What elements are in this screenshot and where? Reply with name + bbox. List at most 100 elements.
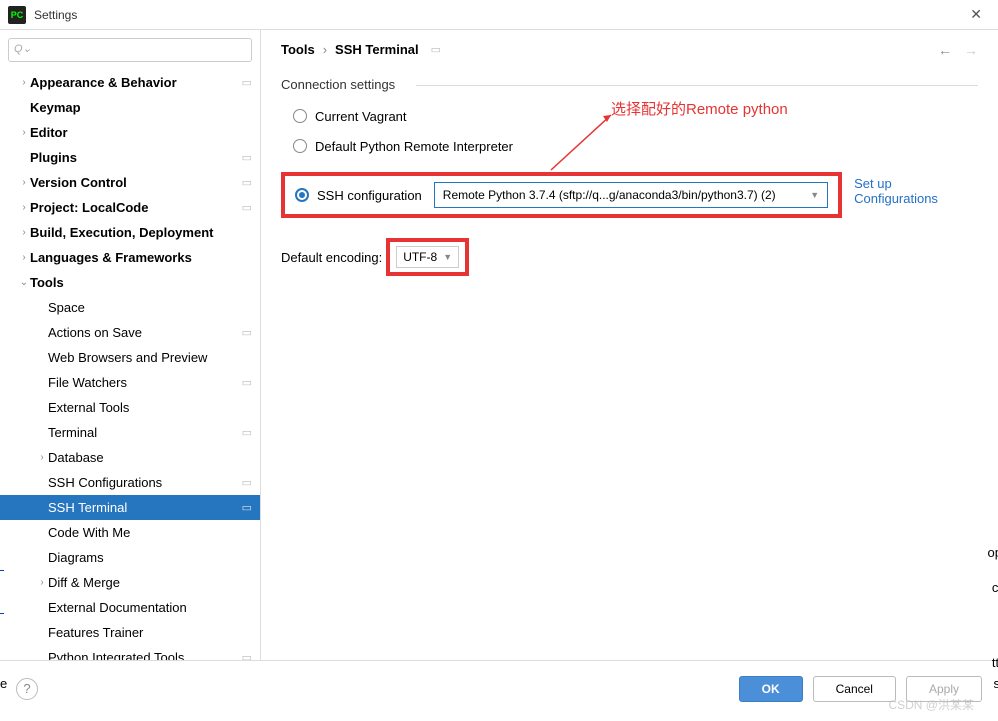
tree-item-label: Keymap (30, 100, 81, 115)
fieldset-connection-settings: Connection settings (281, 77, 978, 92)
tree-item-label: Plugins (30, 150, 77, 165)
project-scope-icon: ▭ (242, 151, 252, 164)
tree-item-label: Code With Me (48, 525, 130, 540)
project-scope-icon: ▭ (431, 43, 441, 56)
encoding-highlight-box: UTF-8 ▼ (386, 238, 469, 276)
tree-item[interactable]: Web Browsers and Preview (0, 345, 260, 370)
caret-icon: › (18, 177, 30, 188)
tree-item[interactable]: Code With Me (0, 520, 260, 545)
tree-item-label: Web Browsers and Preview (48, 350, 207, 365)
ok-button[interactable]: OK (739, 676, 803, 702)
caret-icon: › (18, 77, 30, 88)
bg-text: e (0, 676, 7, 691)
tree-item[interactable]: SSH Terminal▭ (0, 495, 260, 520)
tree-item[interactable]: ›Database (0, 445, 260, 470)
tree-item-label: Editor (30, 125, 68, 140)
tree-item-label: Actions on Save (48, 325, 142, 340)
bg-text: ct (992, 580, 998, 595)
tree-item-label: External Tools (48, 400, 129, 415)
project-scope-icon: ▭ (242, 176, 252, 189)
tree-item[interactable]: ›Version Control ▭ (0, 170, 260, 195)
tree-item[interactable]: Plugins ▭ (0, 145, 260, 170)
app-icon: PC (8, 6, 26, 24)
setup-configurations-link[interactable]: Set up Configurations (854, 176, 978, 206)
radio-default-remote-interpreter[interactable]: Default Python Remote Interpreter (293, 134, 978, 158)
tree-item[interactable]: ›Project: LocalCode▭ (0, 195, 260, 220)
tree-item-label: Space (48, 300, 85, 315)
tree-item[interactable]: Space (0, 295, 260, 320)
help-icon[interactable]: ? (16, 678, 38, 700)
bg-text: tti (992, 655, 998, 670)
default-encoding-label: Default encoding: (281, 250, 382, 265)
radio-icon (293, 139, 307, 153)
tree-item[interactable]: External Tools (0, 395, 260, 420)
project-scope-icon: ▭ (242, 201, 252, 214)
tree-item-label: Diff & Merge (48, 575, 120, 590)
tree-item-label: Version Control (30, 175, 127, 190)
tree-item[interactable]: Python Integrated Tools▭ (0, 645, 260, 660)
caret-icon: ⌄ (18, 277, 30, 288)
tree-item-label: Build, Execution, Deployment (30, 225, 213, 240)
chevron-down-icon: ▼ (443, 252, 452, 262)
bg-text (0, 555, 4, 571)
ssh-config-combo[interactable]: Remote Python 3.7.4 (sftp://q...g/anacon… (434, 182, 828, 208)
tree-item[interactable]: ›Editor (0, 120, 260, 145)
dialog-footer: ? OK Cancel Apply (0, 660, 998, 716)
tree-item[interactable]: ›Appearance & Behavior▭ (0, 70, 260, 95)
radio-icon (295, 188, 309, 202)
tree-item-label: Features Trainer (48, 625, 143, 640)
tree-item-label: Languages & Frameworks (30, 250, 192, 265)
tree-item[interactable]: Features Trainer (0, 620, 260, 645)
tree-item[interactable]: ⌄Tools (0, 270, 260, 295)
tree-item-label: File Watchers (48, 375, 127, 390)
radio-icon (293, 109, 307, 123)
nav-arrows: ← → (938, 42, 978, 58)
bg-text: op (988, 545, 998, 560)
bg-text: s (994, 676, 998, 691)
tree-item-label: Diagrams (48, 550, 104, 565)
settings-tree: ›Appearance & Behavior▭Keymap›EditorPlug… (0, 70, 260, 660)
window-title: Settings (34, 8, 962, 22)
tree-item-label: Database (48, 450, 104, 465)
tree-item[interactable]: Diagrams (0, 545, 260, 570)
search-input[interactable] (8, 38, 252, 62)
tree-item-label: Appearance & Behavior (30, 75, 177, 90)
titlebar: PC Settings ✕ (0, 0, 998, 30)
sidebar: ›Appearance & Behavior▭Keymap›EditorPlug… (0, 30, 261, 660)
tree-item[interactable]: External Documentation (0, 595, 260, 620)
watermark: CSDN @洪某某 (888, 696, 974, 713)
project-scope-icon: ▭ (242, 326, 252, 339)
chevron-right-icon: › (323, 42, 327, 57)
content-panel: Tools › SSH Terminal ▭ ← → Connection se… (261, 30, 998, 660)
cancel-button[interactable]: Cancel (813, 676, 896, 702)
encoding-combo[interactable]: UTF-8 ▼ (396, 246, 459, 268)
tree-item[interactable]: SSH Configurations ▭ (0, 470, 260, 495)
annotation-arrow (541, 110, 621, 180)
caret-icon: › (36, 577, 48, 588)
tree-item[interactable]: File Watchers ▭ (0, 370, 260, 395)
tree-item[interactable]: ›Diff & Merge (0, 570, 260, 595)
tree-item[interactable]: Keymap (0, 95, 260, 120)
tree-item[interactable]: Terminal ▭ (0, 420, 260, 445)
close-icon[interactable]: ✕ (962, 2, 990, 27)
caret-icon: › (18, 127, 30, 138)
breadcrumb-root[interactable]: Tools (281, 42, 315, 57)
breadcrumb: Tools › SSH Terminal ▭ (281, 42, 978, 57)
nav-back-icon[interactable]: ← (938, 42, 952, 58)
tree-item[interactable]: ›Languages & Frameworks (0, 245, 260, 270)
caret-icon: › (18, 252, 30, 263)
project-scope-icon: ▭ (242, 476, 252, 489)
nav-forward-icon: → (964, 42, 978, 58)
tree-item-label: External Documentation (48, 600, 187, 615)
radio-ssh-configuration[interactable]: SSH configuration (295, 183, 422, 207)
breadcrumb-leaf: SSH Terminal (335, 42, 419, 57)
project-scope-icon: ▭ (242, 376, 252, 389)
caret-icon: › (18, 227, 30, 238)
project-scope-icon: ▭ (242, 426, 252, 439)
tree-item[interactable]: ›Build, Execution, Deployment (0, 220, 260, 245)
tree-item-label: SSH Configurations (48, 475, 162, 490)
tree-item-label: Tools (30, 275, 64, 290)
tree-item-label: Terminal (48, 425, 97, 440)
tree-item[interactable]: Actions on Save ▭ (0, 320, 260, 345)
bg-text (0, 598, 4, 614)
